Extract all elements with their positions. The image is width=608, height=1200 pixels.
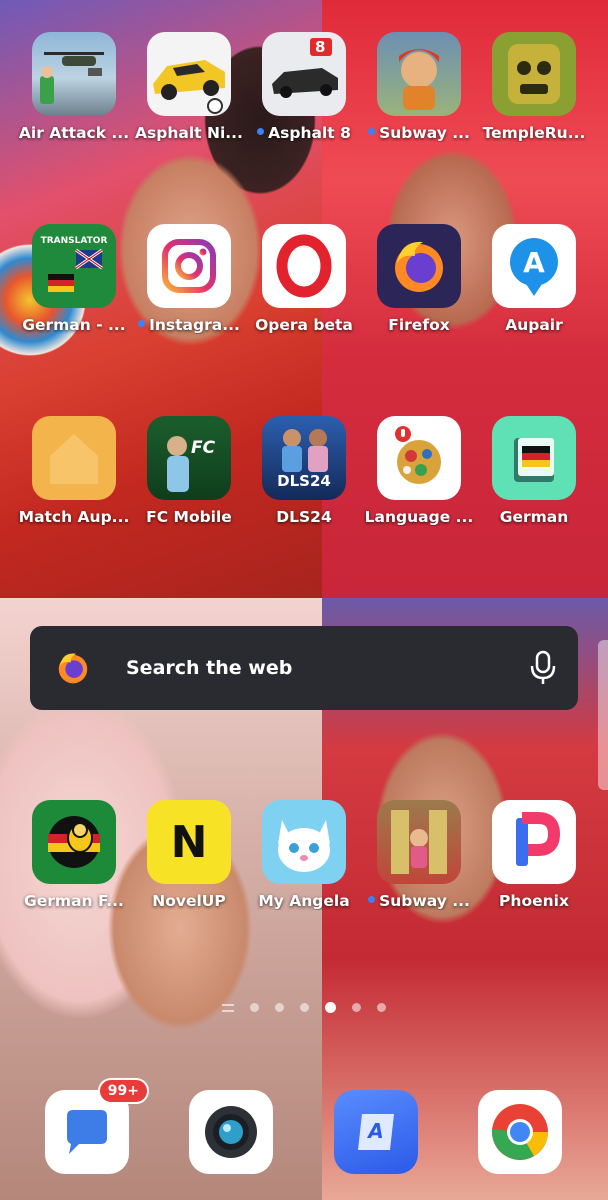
instagram-icon (147, 224, 231, 308)
page-indicator[interactable] (0, 1002, 608, 1013)
dls24-icon: DLS24 (262, 416, 346, 500)
page-dot (250, 1003, 259, 1012)
page-dot (352, 1003, 361, 1012)
app-label: TempleRu... (482, 124, 586, 142)
chrome-icon (487, 1099, 553, 1165)
match-aupair-icon (32, 416, 116, 500)
app-label: Air Attack ... (18, 124, 130, 142)
notification-badge: 99+ (97, 1078, 149, 1104)
app-asphalt-8[interactable]: 8 Asphalt 8 (249, 32, 359, 164)
app-firefox[interactable]: Firefox (364, 224, 474, 356)
aupair-letter: A (523, 246, 545, 279)
novelup-icon: N (147, 800, 231, 884)
microphone-icon[interactable] (528, 650, 558, 686)
app-german-bee[interactable]: German F... (19, 800, 129, 932)
new-indicator-dot (257, 128, 265, 135)
new-indicator-dot (138, 320, 146, 327)
app-fc-mobile[interactable]: FC FC Mobile (134, 416, 244, 548)
app-label: DLS24 (276, 508, 332, 526)
app-opera-beta[interactable]: Opera beta (249, 224, 359, 356)
asphalt-nitro-icon (147, 32, 231, 116)
app-my-angela[interactable]: My Angela (249, 800, 359, 932)
new-indicator-dot (368, 128, 376, 135)
app-label: Asphalt 8 (245, 124, 363, 142)
subway-surfers-icon (377, 32, 461, 116)
app-asphalt-nitro[interactable]: Asphalt Ni... (134, 32, 244, 164)
edge-panel-handle[interactable] (598, 640, 608, 790)
app-temple-run[interactable]: TempleRu... (479, 32, 589, 164)
asphalt-8-numeral: 8 (315, 38, 326, 56)
german-book-icon (492, 416, 576, 500)
notes-icon: A (350, 1106, 402, 1158)
asphalt-8-icon: 8 (262, 32, 346, 116)
fc-mobile-icon: FC (147, 416, 231, 500)
search-widget[interactable]: Search the web (30, 626, 578, 710)
dock-notes[interactable]: A (334, 1090, 418, 1174)
app-match-aupair[interactable]: Match Aup... (19, 416, 129, 548)
firefox-icon (50, 645, 96, 691)
app-label: Asphalt Ni... (135, 124, 243, 142)
app-subway-princess[interactable]: Subway ... (364, 800, 474, 932)
german-bee-icon (32, 800, 116, 884)
search-placeholder[interactable]: Search the web (126, 657, 528, 679)
app-label: Phoenix (499, 892, 569, 910)
language-globe-icon (377, 416, 461, 500)
firefox-icon (377, 224, 461, 308)
new-indicator-dot (368, 896, 376, 903)
page-dot (377, 1003, 386, 1012)
subway-princess-icon (377, 800, 461, 884)
phoenix-icon (492, 800, 576, 884)
app-label: German F... (24, 892, 124, 910)
app-label: Language ... (364, 508, 474, 526)
my-angela-icon (262, 800, 346, 884)
app-aupair[interactable]: A Aupair (479, 224, 589, 356)
messages-icon (57, 1102, 117, 1162)
page-dot (300, 1003, 309, 1012)
app-label: German (499, 508, 569, 526)
app-label: Match Aup... (18, 508, 130, 526)
app-label: Instagra... (130, 316, 248, 334)
app-label: FC Mobile (146, 508, 232, 526)
app-german[interactable]: German (479, 416, 589, 548)
app-label: German - ... (22, 316, 126, 334)
app-air-attack[interactable]: Air Attack ... (19, 32, 129, 164)
app-subway-surfers[interactable]: Subway ... (364, 32, 474, 164)
app-label: Subway ... (360, 892, 478, 910)
app-label: Aupair (505, 316, 563, 334)
app-german-translator[interactable]: TRANSLATOR German - ... (19, 224, 129, 356)
aupair-icon: A (492, 224, 576, 308)
app-label: My Angela (258, 892, 350, 910)
page-dot (275, 1003, 284, 1012)
app-phoenix[interactable]: Phoenix (479, 800, 589, 932)
app-label: Firefox (388, 316, 450, 334)
dls24-logo: DLS24 (277, 472, 331, 490)
camera-icon (196, 1097, 266, 1167)
dock-chrome[interactable] (478, 1090, 562, 1174)
dock-camera[interactable] (189, 1090, 273, 1174)
opera-icon (262, 224, 346, 308)
novelup-letter: N (170, 816, 208, 868)
dock-messages[interactable]: 99+ (45, 1078, 149, 1174)
app-label: NovelUP (152, 892, 226, 910)
app-language-translator[interactable]: Language ... (364, 416, 474, 548)
fc-mobile-logo: FC (191, 438, 216, 458)
app-instagram[interactable]: Instagra... (134, 224, 244, 356)
translator-tile-text: TRANSLATOR (40, 236, 108, 246)
wallpaper (0, 0, 608, 1200)
app-dls24[interactable]: DLS24 DLS24 (249, 416, 359, 548)
notes-letter: A (368, 1119, 384, 1143)
app-novelup[interactable]: N NovelUP (134, 800, 244, 932)
app-label: Opera beta (255, 316, 353, 334)
app-label: Subway ... (360, 124, 478, 142)
temple-run-icon (492, 32, 576, 116)
air-attack-icon (32, 32, 116, 116)
translator-icon: TRANSLATOR (32, 224, 116, 308)
page-dot-active (325, 1002, 336, 1013)
feed-page-indicator (222, 1003, 234, 1012)
